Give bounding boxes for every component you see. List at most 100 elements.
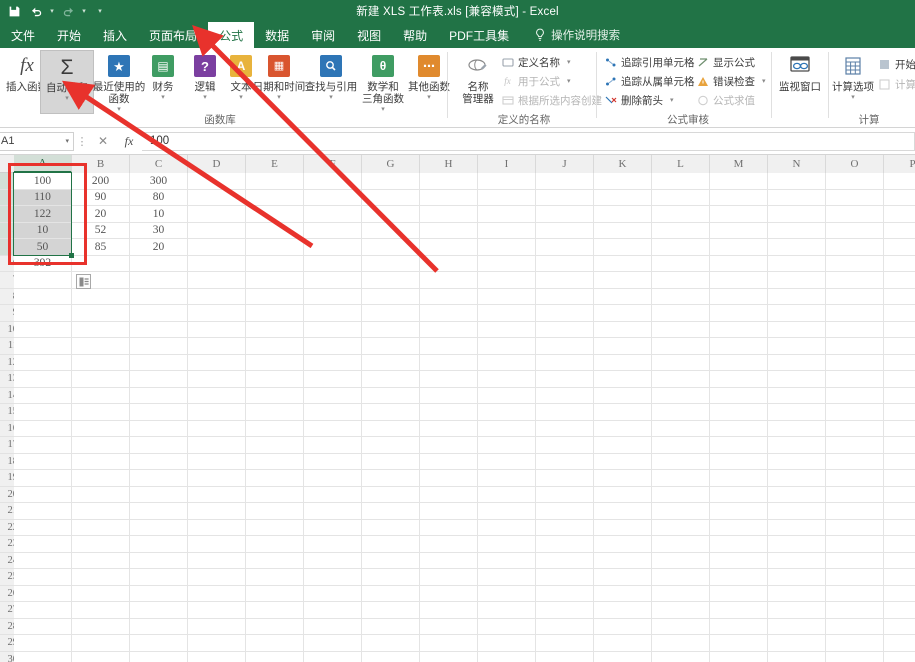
cell-I20[interactable] (478, 487, 536, 504)
cell-K26[interactable] (594, 586, 652, 603)
cell-M28[interactable] (710, 619, 768, 636)
cell-L30[interactable] (652, 652, 710, 662)
create-from-selection-command[interactable]: 根据所选内容创建 (501, 92, 602, 108)
cell-M3[interactable] (710, 206, 768, 223)
cell-B13[interactable] (72, 371, 130, 388)
cell-O1[interactable] (826, 173, 884, 190)
cell-E12[interactable] (246, 355, 304, 372)
cell-L10[interactable] (652, 322, 710, 339)
cell-M24[interactable] (710, 553, 768, 570)
cell-N10[interactable] (768, 322, 826, 339)
cell-P26[interactable] (884, 586, 915, 603)
cell-G19[interactable] (362, 470, 420, 487)
cell-C25[interactable] (130, 569, 188, 586)
cell-B12[interactable] (72, 355, 130, 372)
cell-H14[interactable] (420, 388, 478, 405)
cell-H3[interactable] (420, 206, 478, 223)
cell-H25[interactable] (420, 569, 478, 586)
cell-D28[interactable] (188, 619, 246, 636)
cell-E2[interactable] (246, 190, 304, 207)
column-header-O[interactable]: O (826, 155, 884, 173)
cell-C15[interactable] (130, 404, 188, 421)
cell-A13[interactable] (14, 371, 72, 388)
cell-O24[interactable] (826, 553, 884, 570)
cell-D21[interactable] (188, 503, 246, 520)
cell-G5[interactable] (362, 239, 420, 256)
cell-K20[interactable] (594, 487, 652, 504)
cell-M20[interactable] (710, 487, 768, 504)
cell-H28[interactable] (420, 619, 478, 636)
cell-M9[interactable] (710, 305, 768, 322)
cell-D29[interactable] (188, 635, 246, 652)
cell-E11[interactable] (246, 338, 304, 355)
cell-C24[interactable] (130, 553, 188, 570)
cell-I2[interactable] (478, 190, 536, 207)
cell-O7[interactable] (826, 272, 884, 289)
cell-K1[interactable] (594, 173, 652, 190)
cell-K24[interactable] (594, 553, 652, 570)
cell-O12[interactable] (826, 355, 884, 372)
cell-M21[interactable] (710, 503, 768, 520)
cell-N6[interactable] (768, 256, 826, 273)
cell-F23[interactable] (304, 536, 362, 553)
cell-M13[interactable] (710, 371, 768, 388)
cell-M25[interactable] (710, 569, 768, 586)
cell-G27[interactable] (362, 602, 420, 619)
cell-P19[interactable] (884, 470, 915, 487)
cell-O8[interactable] (826, 289, 884, 306)
row-header-22[interactable]: 22 (0, 520, 14, 537)
cell-C12[interactable] (130, 355, 188, 372)
cell-M14[interactable] (710, 388, 768, 405)
tab-review[interactable]: 审阅 (300, 22, 346, 48)
cell-I25[interactable] (478, 569, 536, 586)
cell-H22[interactable] (420, 520, 478, 537)
tab-help[interactable]: 帮助 (392, 22, 438, 48)
cell-C6[interactable] (130, 256, 188, 273)
cell-N19[interactable] (768, 470, 826, 487)
cell-E21[interactable] (246, 503, 304, 520)
formula-bar-more-icon[interactable]: ⋮ (74, 135, 90, 148)
row-header-27[interactable]: 27 (0, 602, 14, 619)
cell-D25[interactable] (188, 569, 246, 586)
cell-H8[interactable] (420, 289, 478, 306)
column-header-H[interactable]: H (420, 155, 478, 173)
name-box[interactable]: A1 ▾ (0, 132, 74, 151)
cell-P6[interactable] (884, 256, 915, 273)
cell-J19[interactable] (536, 470, 594, 487)
cell-O27[interactable] (826, 602, 884, 619)
cell-C3[interactable]: 10 (130, 206, 188, 223)
cell-G7[interactable] (362, 272, 420, 289)
cell-J28[interactable] (536, 619, 594, 636)
cell-P28[interactable] (884, 619, 915, 636)
cell-D17[interactable] (188, 437, 246, 454)
cell-L24[interactable] (652, 553, 710, 570)
cell-K8[interactable] (594, 289, 652, 306)
cell-B15[interactable] (72, 404, 130, 421)
cell-C16[interactable] (130, 421, 188, 438)
cell-H9[interactable] (420, 305, 478, 322)
show-formulas-command[interactable]: 显示公式 (696, 54, 755, 70)
define-name-dropdown-icon[interactable]: ▾ (567, 58, 571, 66)
row-header-10[interactable]: 10 (0, 322, 14, 339)
calculation-options-dropdown-icon[interactable]: ▾ (851, 94, 855, 101)
cell-N22[interactable] (768, 520, 826, 537)
cell-O4[interactable] (826, 223, 884, 240)
row-header-9[interactable]: 9 (0, 305, 14, 322)
cell-F18[interactable] (304, 454, 362, 471)
row-header-19[interactable]: 19 (0, 470, 14, 487)
cell-P7[interactable] (884, 272, 915, 289)
cell-L25[interactable] (652, 569, 710, 586)
cell-J24[interactable] (536, 553, 594, 570)
cell-P1[interactable] (884, 173, 915, 190)
cell-P4[interactable] (884, 223, 915, 240)
trace-dependents-command[interactable]: 追踪从属单元格 (604, 73, 695, 89)
cancel-icon[interactable]: ✕ (90, 134, 116, 148)
cell-I23[interactable] (478, 536, 536, 553)
cell-H26[interactable] (420, 586, 478, 603)
cell-O19[interactable] (826, 470, 884, 487)
cell-J20[interactable] (536, 487, 594, 504)
cell-J18[interactable] (536, 454, 594, 471)
cell-A9[interactable] (14, 305, 72, 322)
cell-B27[interactable] (72, 602, 130, 619)
cell-F2[interactable] (304, 190, 362, 207)
